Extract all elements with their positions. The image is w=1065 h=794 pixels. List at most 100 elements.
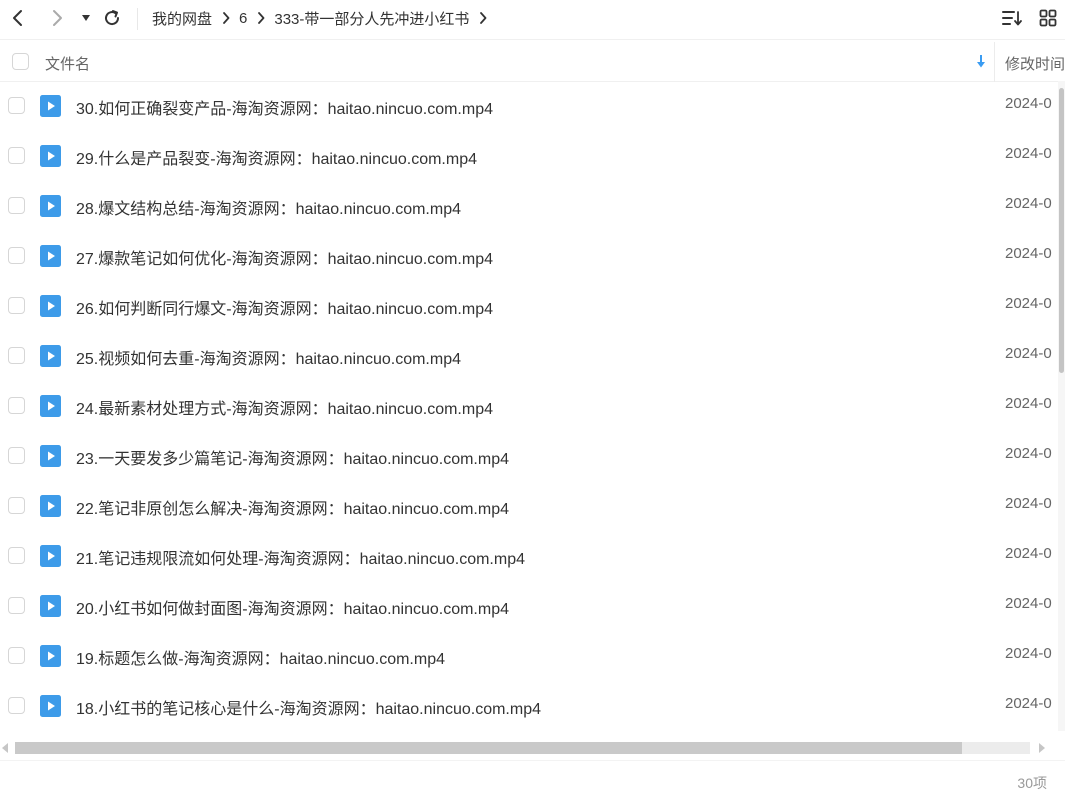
breadcrumb-chevron-icon bbox=[257, 12, 265, 24]
breadcrumb-item-root[interactable]: 我的网盘 bbox=[152, 8, 212, 29]
row-checkbox[interactable] bbox=[8, 447, 25, 464]
file-row[interactable]: 27.爆款笔记如何优化-海淘资源网：haitao.nincuo.com.mp4 2… bbox=[0, 231, 1058, 281]
file-modified-time: 2024-0 bbox=[1005, 245, 1052, 262]
file-name[interactable]: 18.小红书的笔记核心是什么-海淘资源网：haitao.nincuo.com.m… bbox=[76, 695, 541, 719]
file-name[interactable]: 26.如何判断同行爆文-海淘资源网：haitao.nincuo.com.mp4 bbox=[76, 295, 493, 319]
chevron-left-icon bbox=[13, 10, 22, 26]
column-header: 文件名 修改时间 bbox=[0, 42, 1065, 82]
file-modified-time: 2024-0 bbox=[1005, 195, 1052, 212]
row-checkbox[interactable] bbox=[8, 247, 25, 264]
file-modified-time: 2024-0 bbox=[1005, 495, 1052, 512]
video-file-icon bbox=[40, 195, 61, 217]
video-file-icon bbox=[40, 695, 61, 717]
file-name[interactable]: 22.笔记非原创怎么解决-海淘资源网：haitao.nincuo.com.mp4 bbox=[76, 495, 509, 519]
view-mode-button[interactable] bbox=[1034, 4, 1062, 32]
row-checkbox[interactable] bbox=[8, 397, 25, 414]
refresh-button[interactable] bbox=[98, 4, 126, 32]
file-name[interactable]: 27.爆款笔记如何优化-海淘资源网：haitao.nincuo.com.mp4 bbox=[76, 245, 493, 269]
file-row[interactable]: 20.小红书如何做封面图-海淘资源网：haitao.nincuo.com.mp4… bbox=[0, 581, 1058, 631]
breadcrumb-chevron-icon[interactable] bbox=[479, 12, 487, 24]
caret-down-icon bbox=[82, 15, 90, 21]
row-checkbox[interactable] bbox=[8, 347, 25, 364]
file-row[interactable]: 26.如何判断同行爆文-海淘资源网：haitao.nincuo.com.mp4 2… bbox=[0, 281, 1058, 331]
file-name[interactable]: 23.一天要发多少篇笔记-海淘资源网：haitao.nincuo.com.mp4 bbox=[76, 445, 509, 469]
forward-button[interactable] bbox=[43, 4, 71, 32]
file-modified-time: 2024-0 bbox=[1005, 145, 1052, 162]
row-checkbox[interactable] bbox=[8, 147, 25, 164]
row-checkbox[interactable] bbox=[8, 297, 25, 314]
file-name[interactable]: 30.如何正确裂变产品-海淘资源网：haitao.nincuo.com.mp4 bbox=[76, 95, 493, 119]
video-file-icon bbox=[40, 545, 61, 567]
back-button[interactable] bbox=[4, 4, 32, 32]
horizontal-scrollbar-thumb[interactable] bbox=[15, 742, 962, 754]
item-count: 30项 bbox=[1017, 775, 1047, 791]
chevron-right-icon bbox=[53, 10, 62, 26]
row-checkbox[interactable] bbox=[8, 547, 25, 564]
scroll-right-arrow-icon[interactable] bbox=[1037, 742, 1047, 754]
file-name[interactable]: 20.小红书如何做封面图-海淘资源网：haitao.nincuo.com.mp4 bbox=[76, 595, 509, 619]
breadcrumb: 我的网盘 6 333-带一部分人先冲进小红书 bbox=[152, 0, 496, 36]
grid-view-icon bbox=[1039, 9, 1057, 27]
video-file-icon bbox=[40, 245, 61, 267]
video-file-icon bbox=[40, 645, 61, 667]
status-bar: 30项 bbox=[0, 760, 1065, 794]
video-file-icon bbox=[40, 345, 61, 367]
file-modified-time: 2024-0 bbox=[1005, 295, 1052, 312]
file-row[interactable]: 19.标题怎么做-海淘资源网：haitao.nincuo.com.mp4 2024… bbox=[0, 631, 1058, 681]
video-file-icon bbox=[40, 295, 61, 317]
file-name[interactable]: 25.视频如何去重-海淘资源网：haitao.nincuo.com.mp4 bbox=[76, 345, 461, 369]
file-row[interactable]: 22.笔记非原创怎么解决-海淘资源网：haitao.nincuo.com.mp4… bbox=[0, 481, 1058, 531]
breadcrumb-item-folder[interactable]: 6 bbox=[239, 10, 247, 27]
file-row[interactable]: 21.笔记违规限流如何处理-海淘资源网：haitao.nincuo.com.mp… bbox=[0, 531, 1058, 581]
file-list: 30.如何正确裂变产品-海淘资源网：haitao.nincuo.com.mp4 2… bbox=[0, 81, 1058, 731]
row-checkbox[interactable] bbox=[8, 497, 25, 514]
vertical-scrollbar-thumb[interactable] bbox=[1059, 88, 1064, 373]
refresh-icon bbox=[105, 10, 120, 26]
video-file-icon bbox=[40, 145, 61, 167]
file-name[interactable]: 19.标题怎么做-海淘资源网：haitao.nincuo.com.mp4 bbox=[76, 645, 445, 669]
file-modified-time: 2024-0 bbox=[1005, 95, 1052, 112]
file-name[interactable]: 29.什么是产品裂变-海淘资源网：haitao.nincuo.com.mp4 bbox=[76, 145, 477, 169]
video-file-icon bbox=[40, 445, 61, 467]
toolbar: 我的网盘 6 333-带一部分人先冲进小红书 bbox=[0, 0, 1065, 40]
scroll-left-arrow-icon[interactable] bbox=[0, 742, 10, 754]
file-modified-time: 2024-0 bbox=[1005, 445, 1052, 462]
video-file-icon bbox=[40, 495, 61, 517]
file-row[interactable]: 23.一天要发多少篇笔记-海淘资源网：haitao.nincuo.com.mp4… bbox=[0, 431, 1058, 481]
sort-order-button[interactable] bbox=[998, 4, 1026, 32]
file-modified-time: 2024-0 bbox=[1005, 595, 1052, 612]
column-header-filename[interactable]: 文件名 bbox=[45, 53, 90, 74]
breadcrumb-chevron-icon bbox=[222, 12, 230, 24]
file-row[interactable]: 18.小红书的笔记核心是什么-海淘资源网：haitao.nincuo.com.m… bbox=[0, 681, 1058, 731]
file-row[interactable]: 29.什么是产品裂变-海淘资源网：haitao.nincuo.com.mp4 20… bbox=[0, 131, 1058, 181]
sort-icon bbox=[1002, 11, 1022, 26]
column-resize-handle[interactable] bbox=[994, 42, 995, 82]
file-modified-time: 2024-0 bbox=[1005, 645, 1052, 662]
row-checkbox[interactable] bbox=[8, 197, 25, 214]
row-checkbox[interactable] bbox=[8, 597, 25, 614]
file-modified-time: 2024-0 bbox=[1005, 545, 1052, 562]
row-checkbox[interactable] bbox=[8, 647, 25, 664]
row-checkbox[interactable] bbox=[8, 697, 25, 714]
column-header-modified-time[interactable]: 修改时间 bbox=[1005, 53, 1065, 74]
video-file-icon bbox=[40, 395, 61, 417]
file-row[interactable]: 24.最新素材处理方式-海淘资源网：haitao.nincuo.com.mp4 2… bbox=[0, 381, 1058, 431]
toolbar-divider bbox=[137, 8, 138, 30]
file-name[interactable]: 21.笔记违规限流如何处理-海淘资源网：haitao.nincuo.com.mp… bbox=[76, 545, 525, 569]
video-file-icon bbox=[40, 95, 61, 117]
file-row[interactable]: 28.爆文结构总结-海淘资源网：haitao.nincuo.com.mp4 202… bbox=[0, 181, 1058, 231]
file-name[interactable]: 28.爆文结构总结-海淘资源网：haitao.nincuo.com.mp4 bbox=[76, 195, 461, 219]
file-row[interactable]: 25.视频如何去重-海淘资源网：haitao.nincuo.com.mp4 202… bbox=[0, 331, 1058, 381]
select-all-checkbox[interactable] bbox=[12, 53, 29, 70]
breadcrumb-item-current[interactable]: 333-带一部分人先冲进小红书 bbox=[274, 8, 469, 29]
file-modified-time: 2024-0 bbox=[1005, 395, 1052, 412]
file-modified-time: 2024-0 bbox=[1005, 345, 1052, 362]
file-name[interactable]: 24.最新素材处理方式-海淘资源网：haitao.nincuo.com.mp4 bbox=[76, 395, 493, 419]
history-dropdown-button[interactable] bbox=[72, 4, 100, 32]
sort-descending-icon[interactable] bbox=[975, 54, 987, 70]
video-file-icon bbox=[40, 595, 61, 617]
row-checkbox[interactable] bbox=[8, 97, 25, 114]
horizontal-scrollbar[interactable] bbox=[0, 738, 1065, 758]
file-row[interactable]: 30.如何正确裂变产品-海淘资源网：haitao.nincuo.com.mp4 2… bbox=[0, 81, 1058, 131]
file-modified-time: 2024-0 bbox=[1005, 695, 1052, 712]
